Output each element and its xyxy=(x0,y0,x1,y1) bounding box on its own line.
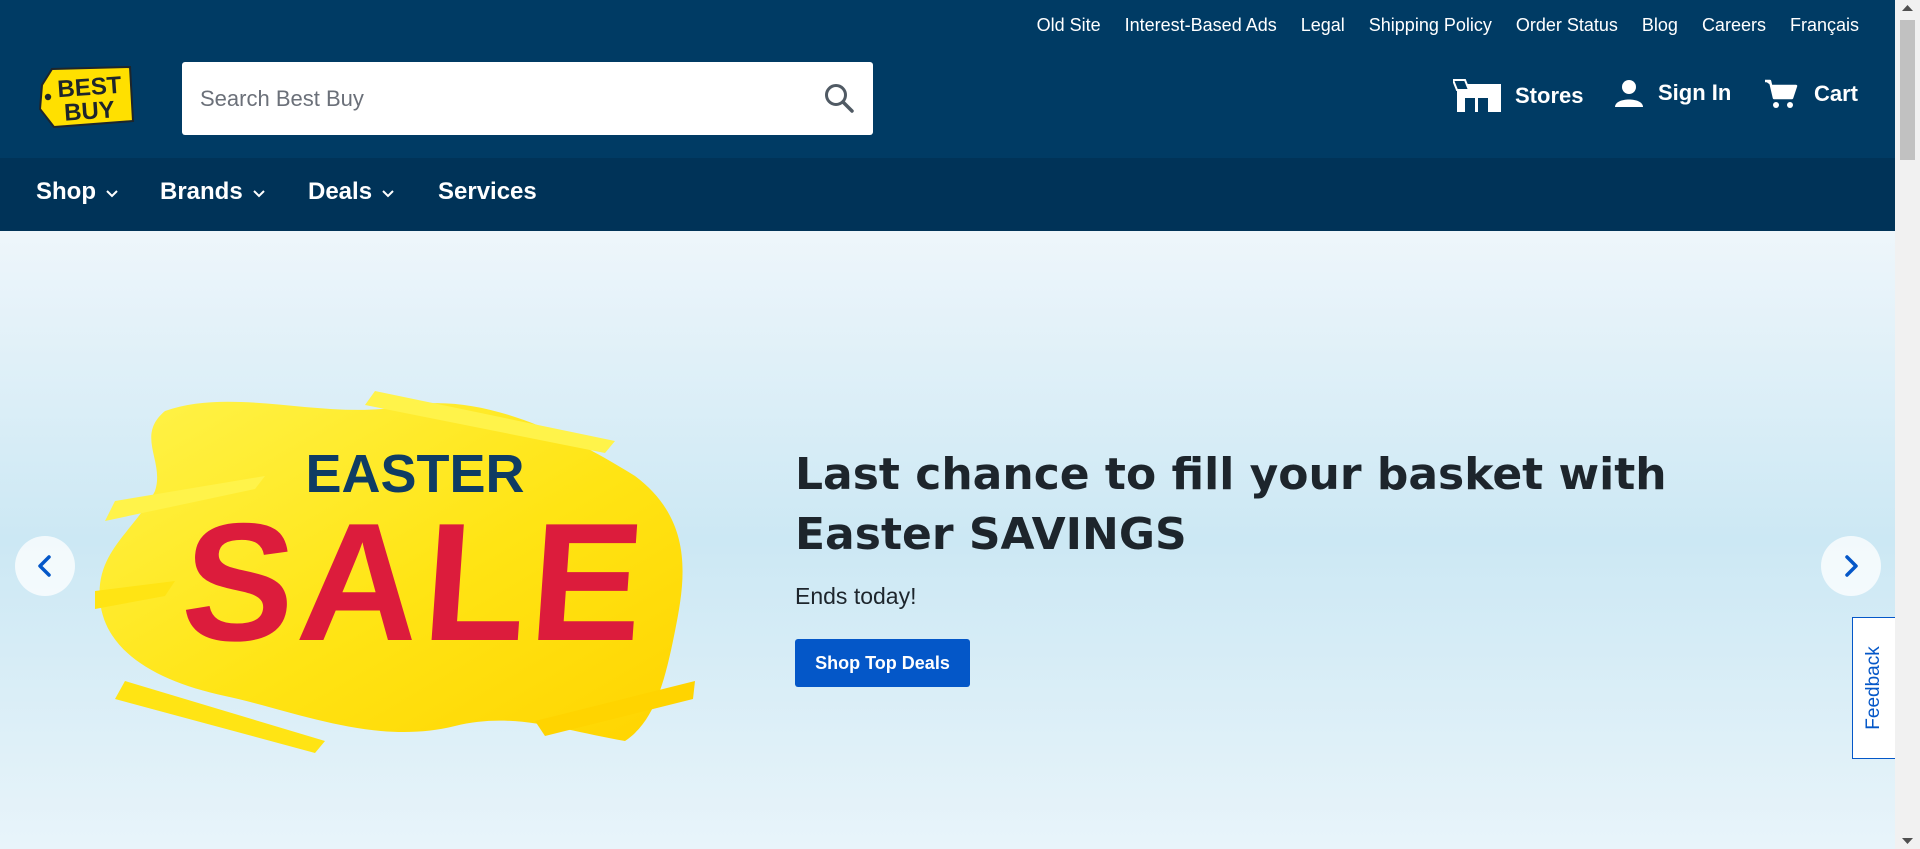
scroll-up-icon[interactable] xyxy=(1895,0,1920,17)
main-nav: Shop Brands Deals Services xyxy=(0,158,1895,231)
easter-sale-graphic[interactable]: EASTER SALE xyxy=(95,381,695,756)
search-icon[interactable] xyxy=(821,80,857,116)
feedback-tab[interactable]: Feedback xyxy=(1852,617,1895,759)
chevron-down-icon xyxy=(106,190,118,198)
account-icon xyxy=(1615,80,1643,107)
cart-button[interactable]: Cart xyxy=(1764,78,1858,110)
nav-services[interactable]: Services xyxy=(438,178,537,206)
chevron-left-icon xyxy=(38,555,51,577)
link-interest-based-ads[interactable]: Interest-Based Ads xyxy=(1125,15,1277,36)
nav-brands[interactable]: Brands xyxy=(160,178,265,206)
nav-deals[interactable]: Deals xyxy=(308,178,394,206)
stores-button[interactable]: Stores xyxy=(1453,78,1583,114)
link-shipping-policy[interactable]: Shipping Policy xyxy=(1369,15,1492,36)
nav-brands-label: Brands xyxy=(160,178,243,205)
hero-subtitle: Ends today! xyxy=(795,583,917,609)
scroll-down-icon[interactable] xyxy=(1895,832,1920,849)
link-francais[interactable]: Français xyxy=(1790,15,1859,36)
link-order-status[interactable]: Order Status xyxy=(1516,15,1618,36)
nav-services-label: Services xyxy=(438,178,537,205)
search-box xyxy=(182,62,873,135)
carousel-next-button[interactable] xyxy=(1821,536,1881,596)
scrollbar-thumb[interactable] xyxy=(1900,20,1915,160)
nav-deals-label: Deals xyxy=(308,178,373,205)
site-header: Old Site Interest-Based Ads Legal Shippi… xyxy=(0,0,1895,158)
cart-icon xyxy=(1765,79,1798,108)
hero-title: Last chance to fill your basket with Eas… xyxy=(795,449,1667,560)
link-old-site[interactable]: Old Site xyxy=(1037,15,1101,36)
chevron-down-icon xyxy=(252,190,265,198)
nav-shop[interactable]: Shop xyxy=(36,178,118,206)
chevron-down-icon xyxy=(382,190,394,198)
page: Old Site Interest-Based Ads Legal Shippi… xyxy=(0,0,1895,849)
stores-label: Stores xyxy=(1515,83,1584,108)
link-legal[interactable]: Legal xyxy=(1301,15,1345,36)
feedback-label: Feedback xyxy=(1863,646,1884,730)
search-input[interactable] xyxy=(182,62,782,135)
store-icon xyxy=(1453,79,1501,112)
chevron-right-icon xyxy=(1845,555,1858,577)
nav-shop-label: Shop xyxy=(36,178,96,205)
page-scrollbar[interactable] xyxy=(1895,0,1920,849)
svg-text:BUY: BUY xyxy=(63,96,115,126)
link-blog[interactable]: Blog xyxy=(1642,15,1678,36)
utility-links: Old Site Interest-Based Ads Legal Shippi… xyxy=(1037,15,1859,36)
sale-art-text: SALE xyxy=(176,488,654,676)
link-careers[interactable]: Careers xyxy=(1702,15,1766,36)
carousel-prev-button[interactable] xyxy=(15,536,75,596)
sign-in-label: Sign In xyxy=(1658,80,1732,105)
cart-label: Cart xyxy=(1814,81,1859,106)
sign-in-button[interactable]: Sign In xyxy=(1614,78,1731,108)
hero-banner: EASTER SALE Last chance to fill your bas… xyxy=(0,231,1895,849)
best-buy-logo[interactable]: BEST BUY xyxy=(36,63,135,131)
shop-top-deals-button[interactable]: Shop Top Deals xyxy=(795,639,970,687)
